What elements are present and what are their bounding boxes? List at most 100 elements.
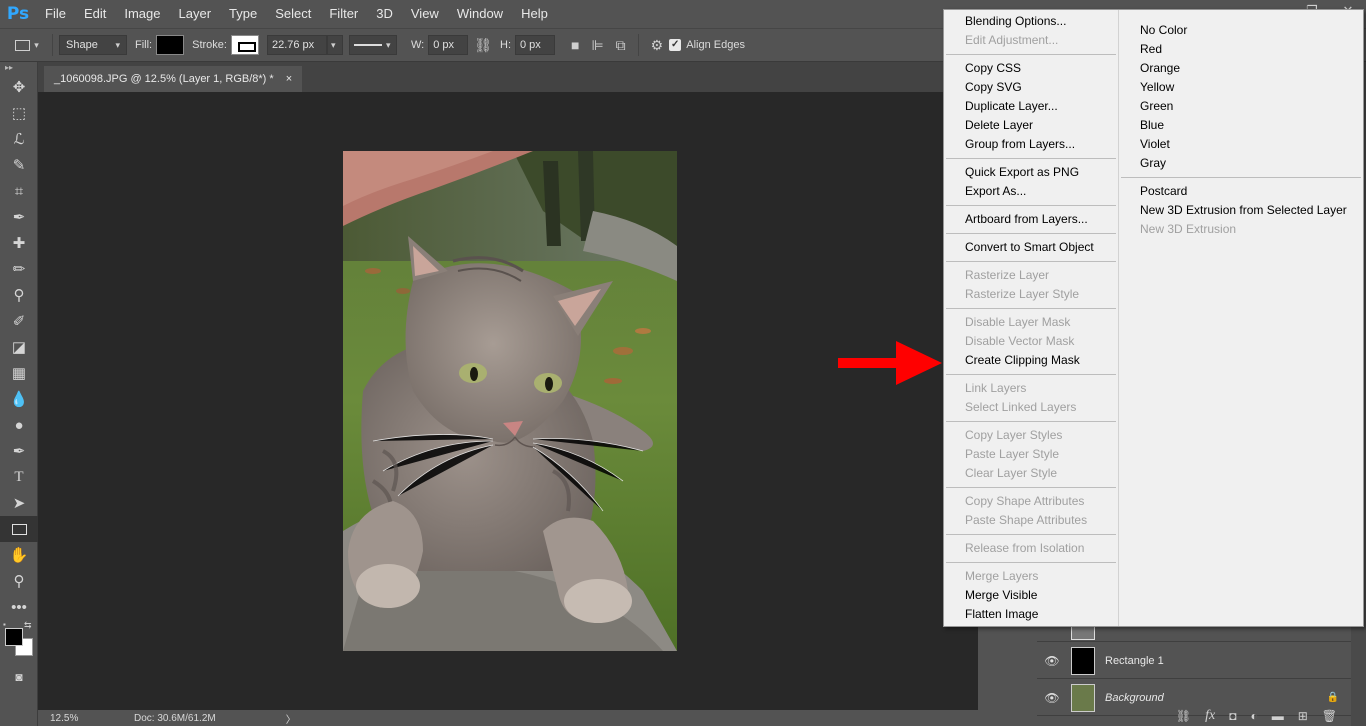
menu-edit[interactable]: Edit — [75, 0, 115, 28]
menu-item-create-clipping-mask[interactable]: Create Clipping Mask — [944, 351, 1118, 370]
menu-item-blue[interactable]: Blue — [1119, 116, 1363, 135]
marquee-tool-icon[interactable]: ⬚ — [0, 100, 38, 126]
menu-separator — [946, 308, 1116, 309]
menu-select[interactable]: Select — [266, 0, 320, 28]
menu-file[interactable]: File — [36, 0, 75, 28]
path-select-tool-icon[interactable]: ➤ — [0, 490, 38, 516]
quick-select-tool-icon[interactable]: ✎ — [0, 152, 38, 178]
pen-tool-icon[interactable]: ✒ — [0, 438, 38, 464]
path-operations-icon[interactable]: ■ — [571, 37, 579, 53]
document-tab[interactable]: _1060098.JPG @ 12.5% (Layer 1, RGB/8*) *… — [44, 66, 303, 92]
mores-tool-icon[interactable]: ••• — [0, 594, 38, 620]
layer-row[interactable]: 👁 Rectangle 1 — [1037, 643, 1351, 679]
hand-tool-icon[interactable]: ✋ — [0, 542, 38, 568]
menu-item-new-3d-extrusion-from-selected-layer[interactable]: New 3D Extrusion from Selected Layer — [1119, 201, 1363, 220]
menu-item-export-as[interactable]: Export As... — [944, 182, 1118, 201]
menu-item-yellow[interactable]: Yellow — [1119, 78, 1363, 97]
healing-brush-tool-icon[interactable]: ✚ — [0, 230, 38, 256]
tool-preset-picker[interactable]: ▾ — [8, 34, 46, 56]
gear-icon[interactable]: ⚙ — [651, 37, 664, 54]
move-tool-icon[interactable]: ✥ — [0, 74, 38, 100]
adjustment-icon[interactable]: ◐ — [1250, 709, 1257, 723]
blur-tool-icon[interactable]: 💧 — [0, 386, 38, 412]
context-menu-column-1: Blending Options... Edit Adjustment... Cop… — [944, 10, 1119, 626]
menu-type[interactable]: Type — [220, 0, 266, 28]
status-bar: 12.5% Doc: 30.6M/61.2M 〉 — [38, 710, 978, 726]
status-menu-arrow[interactable]: 〉 — [286, 711, 296, 726]
new-layer-icon[interactable]: ⊞ — [1298, 709, 1308, 723]
menu-item-orange[interactable]: Orange — [1119, 59, 1363, 78]
align-edges-checkbox[interactable]: ✓ — [669, 39, 682, 51]
lasso-tool-icon[interactable]: ℒ — [0, 126, 38, 152]
mode-dropdown[interactable]: Shape ▾ — [59, 35, 127, 55]
foreground-color[interactable] — [5, 628, 23, 646]
rectangle-tool-icon[interactable] — [0, 516, 38, 542]
menu-item-postcard[interactable]: Postcard — [1119, 182, 1363, 201]
menu-item-artboard-from-layers[interactable]: Artboard from Layers... — [944, 210, 1118, 229]
menu-item-paste-shape-attributes: Paste Shape Attributes — [965, 513, 1088, 527]
swap-colors-icon[interactable]: ⇆ — [24, 620, 32, 631]
menu-window[interactable]: Window — [448, 0, 512, 28]
menu-item-no-color[interactable]: No Color — [1119, 21, 1363, 40]
fill-swatch[interactable] — [156, 35, 185, 55]
crop-tool-icon[interactable]: ⌗ — [0, 178, 38, 204]
path-arrangement-icon[interactable]: ⧉ — [616, 37, 626, 54]
menu-item-green[interactable]: Green — [1119, 97, 1363, 116]
menu-item-copy-css[interactable]: Copy CSS — [944, 59, 1118, 78]
history-brush-tool-icon[interactable]: ✐ — [0, 308, 38, 334]
menu-image[interactable]: Image — [115, 0, 169, 28]
eye-icon[interactable]: 👁 — [1037, 691, 1067, 705]
stroke-width-dropdown[interactable]: ▾ — [326, 35, 343, 55]
height-label: H: — [500, 39, 511, 51]
menu-item-quick-export-as-png[interactable]: Quick Export as PNG — [944, 163, 1118, 182]
clone-stamp-tool-icon[interactable]: ⚲ — [0, 282, 38, 308]
document-image[interactable] — [343, 151, 677, 651]
mask-icon[interactable]: ◘ — [1229, 709, 1236, 723]
menu-item-clear-layer-style: Clear Layer Style — [965, 466, 1058, 480]
stroke-type-dropdown[interactable]: ▾ — [348, 35, 397, 55]
menu-item-copy-shape-attributes: Copy Shape Attributes — [965, 494, 1085, 508]
menu-item-gray[interactable]: Gray — [1119, 154, 1363, 173]
menu-separator — [946, 261, 1116, 262]
stroke-swatch[interactable] — [230, 35, 259, 55]
height-field[interactable]: 0 px — [515, 35, 555, 55]
menu-separator — [946, 534, 1116, 535]
menu-item-blending-options[interactable]: Blending Options... — [944, 12, 1118, 31]
quick-mask-icon[interactable]: ◙ — [0, 664, 38, 690]
menu-3d[interactable]: 3D — [367, 0, 402, 28]
zoom-level[interactable]: 12.5% — [38, 713, 88, 724]
menu-item-merge-visible[interactable]: Merge Visible — [944, 586, 1118, 605]
menu-item-paste-layer-style: Paste Layer Style — [965, 447, 1060, 461]
menu-item-delete-layer[interactable]: Delete Layer — [944, 116, 1118, 135]
gradient-tool-icon[interactable]: ▦ — [0, 360, 38, 386]
menu-item-copy-svg[interactable]: Copy SVG — [944, 78, 1118, 97]
menu-layer[interactable]: Layer — [170, 0, 221, 28]
menu-item-group-from-layers[interactable]: Group from Layers... — [944, 135, 1118, 154]
menu-item-convert-to-smart-object[interactable]: Convert to Smart Object — [944, 238, 1118, 257]
brush-tool-icon[interactable]: ✏ — [0, 256, 38, 282]
zoom-tool-icon[interactable]: ⚲ — [0, 568, 38, 594]
collapse-toolbar-icon[interactable]: ▸▸ — [0, 62, 37, 74]
menu-item-duplicate-layer[interactable]: Duplicate Layer... — [944, 97, 1118, 116]
eyedropper-tool-icon[interactable]: ✒ — [0, 204, 38, 230]
close-tab-icon[interactable]: × — [286, 73, 292, 85]
eraser-tool-icon[interactable]: ◪ — [0, 334, 38, 360]
link-layers-icon[interactable]: ⛓ — [1176, 709, 1191, 723]
fx-icon[interactable]: fx — [1205, 708, 1215, 724]
menu-filter[interactable]: Filter — [320, 0, 367, 28]
menu-help[interactable]: Help — [512, 0, 557, 28]
menu-item-flatten-image[interactable]: Flatten Image — [944, 605, 1118, 624]
trash-icon[interactable]: 🗑 — [1322, 709, 1337, 723]
width-field[interactable]: 0 px — [428, 35, 469, 55]
group-icon[interactable]: ▬ — [1272, 709, 1284, 723]
path-alignment-icon[interactable]: ⊫ — [591, 37, 603, 54]
stroke-width-field[interactable]: 22.76 px — [266, 35, 327, 55]
menu-item-violet[interactable]: Violet — [1119, 135, 1363, 154]
eye-icon[interactable]: 👁 — [1037, 654, 1067, 668]
link-icon[interactable]: ⛓ — [474, 37, 492, 54]
menu-view[interactable]: View — [402, 0, 448, 28]
type-tool-icon[interactable]: T — [0, 464, 38, 490]
dodge-tool-icon[interactable]: ● — [0, 412, 38, 438]
menu-item-disable-vector-mask: Disable Vector Mask — [965, 334, 1075, 348]
menu-item-red[interactable]: Red — [1119, 40, 1363, 59]
